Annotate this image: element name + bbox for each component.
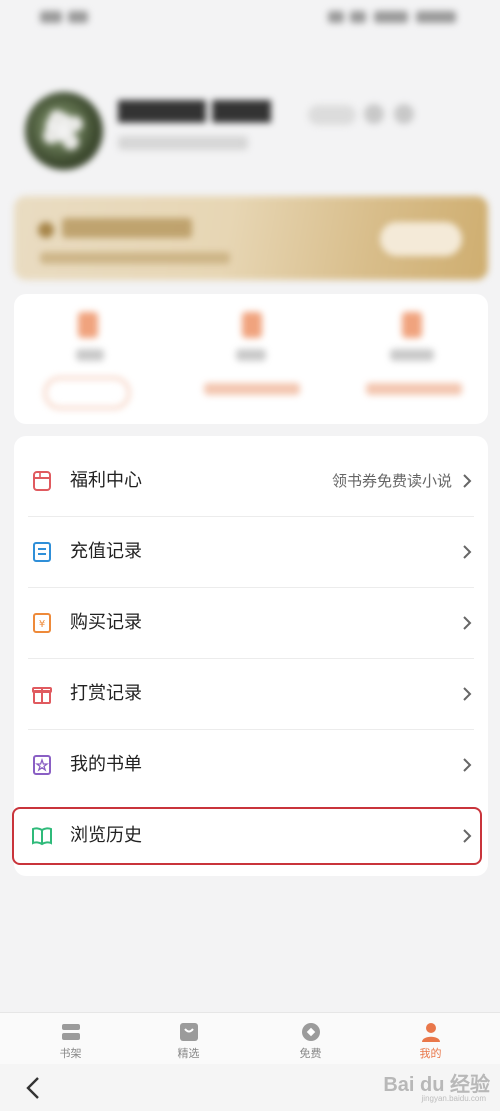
watermark: Bai du 经验 xyxy=(383,1074,490,1096)
menu-item-tip-records[interactable]: 打赏记录 xyxy=(14,659,488,729)
menu-item-recharge-records[interactable]: 充值记录 xyxy=(14,517,488,587)
stat-label xyxy=(390,349,434,361)
chevron-right-icon xyxy=(462,757,472,773)
menu-item-welfare-center[interactable]: 福利中心 领书券免费读小说 xyxy=(14,446,488,516)
menu-item-label: 打赏记录 xyxy=(70,683,142,704)
membership-open-button[interactable] xyxy=(380,222,462,256)
chevron-right-icon xyxy=(462,615,472,631)
info-icon[interactable] xyxy=(394,104,414,124)
menu-item-my-booklist[interactable]: 我的书单 xyxy=(14,730,488,800)
back-arrow-icon[interactable] xyxy=(20,1074,48,1102)
tab-bookshelf[interactable]: 书架 xyxy=(8,1013,133,1065)
gift-icon xyxy=(30,682,54,706)
stat-action-button[interactable] xyxy=(44,377,130,409)
chevron-right-icon xyxy=(462,473,472,489)
tab-free[interactable]: 免费 xyxy=(248,1013,373,1065)
svg-text:¥: ¥ xyxy=(39,619,45,630)
menu-item-label: 福利中心 xyxy=(70,470,142,491)
battery-icon xyxy=(328,10,458,24)
status-bar xyxy=(0,0,500,38)
tab-label: 免费 xyxy=(299,1047,322,1060)
navigation-bar: Bai du 经验 jingyan.baidu.com xyxy=(0,1064,500,1111)
avatar[interactable] xyxy=(25,92,103,170)
tab-mine[interactable]: 我的 xyxy=(368,1013,493,1065)
highlight-annotation xyxy=(12,807,482,865)
profile-icon xyxy=(420,1021,442,1043)
menu-item-hint: 领书券免费读小说 xyxy=(331,472,452,490)
chevron-right-icon xyxy=(462,544,472,560)
stat-label xyxy=(76,349,104,361)
level-badge xyxy=(308,105,356,125)
free-icon xyxy=(300,1021,322,1043)
bottom-tab-bar: 书架 精选 免费 我的 xyxy=(0,1012,500,1065)
membership-subtitle xyxy=(40,252,230,264)
signal-icon xyxy=(40,10,90,24)
menu-item-label: 充值记录 xyxy=(70,541,142,562)
user-subtitle xyxy=(118,136,248,150)
bookshelf-icon xyxy=(60,1021,82,1043)
username[interactable]: ██████ ████ xyxy=(118,101,271,123)
tab-featured[interactable]: 精选 xyxy=(126,1013,251,1065)
tab-label: 精选 xyxy=(177,1047,200,1060)
tab-label: 我的 xyxy=(419,1047,442,1060)
watermark-url: jingyan.baidu.com xyxy=(421,1094,486,1103)
menu-item-label: 购买记录 xyxy=(70,612,142,633)
receipt-icon xyxy=(30,540,54,564)
stat-value xyxy=(402,312,422,338)
stat-label xyxy=(236,349,266,361)
stat-link[interactable] xyxy=(204,383,300,395)
gift-box-icon xyxy=(30,469,54,493)
stat-value xyxy=(78,312,98,338)
membership-title xyxy=(62,218,192,238)
stat-value xyxy=(242,312,262,338)
chevron-right-icon xyxy=(462,686,472,702)
tab-label: 书架 xyxy=(59,1047,82,1060)
stat-link[interactable] xyxy=(366,383,462,395)
crown-icon xyxy=(38,222,54,238)
menu-item-label: 我的书单 xyxy=(70,754,142,775)
menu-item-purchase-records[interactable]: ¥ 购买记录 xyxy=(14,588,488,658)
vip-icon xyxy=(364,104,384,124)
featured-icon xyxy=(178,1021,200,1043)
purchase-icon: ¥ xyxy=(30,611,54,635)
booklist-icon xyxy=(30,753,54,777)
